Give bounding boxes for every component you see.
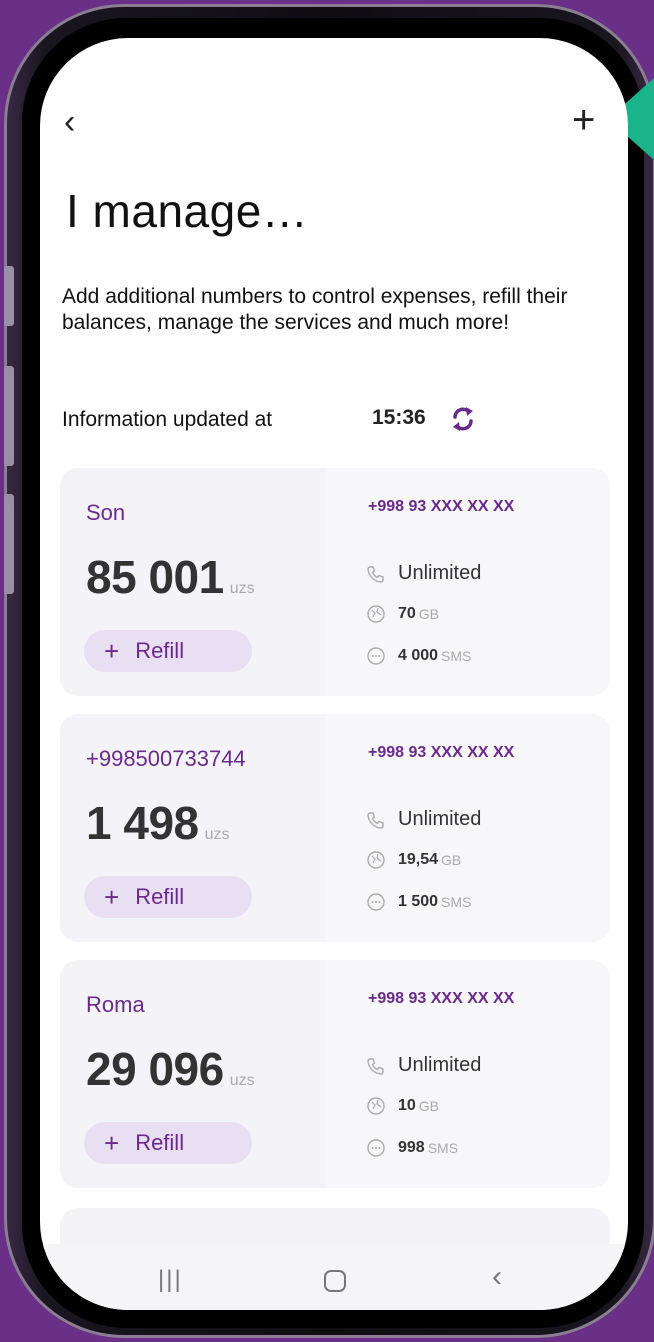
balance-unit: uzs (204, 826, 230, 843)
globe-icon (367, 605, 385, 623)
data-value: 10 (398, 1097, 416, 1114)
system-nav-bar: ||| ‹ (40, 1244, 628, 1310)
side-button (4, 494, 14, 594)
update-time: 15:36 (372, 406, 426, 429)
number-card[interactable]: Roma 29 096 uzs + Refill +998 93 XXX XX … (60, 960, 610, 1188)
card-balance: 29 096 uzs (86, 1042, 255, 1096)
number-card[interactable]: +998500733744 1 498 uzs + Refill +998 93… (60, 714, 610, 942)
number-card[interactable]: Son 85 001 uzs + Refill +998 93 XXX XX X… (60, 468, 610, 696)
data-unit: GB (418, 606, 440, 622)
back-button[interactable]: ‹ (64, 102, 96, 142)
balance-unit: uzs (229, 1072, 255, 1089)
calls-row: Unlimited (366, 1054, 481, 1077)
calls-row: Unlimited (366, 808, 481, 831)
refill-label: Refill (135, 1130, 185, 1155)
sms-unit: SMS (441, 648, 472, 664)
data-value: 19,54 (398, 851, 439, 868)
side-button (4, 266, 14, 326)
plus-icon: + (104, 882, 120, 912)
data-unit: GB (441, 852, 462, 868)
data-row: 70 GB (366, 604, 439, 624)
globe-icon (367, 851, 385, 869)
plus-icon: + (104, 636, 120, 666)
update-row: Information updated at 15:36 (62, 404, 602, 438)
balance-value: 1 498 (86, 797, 199, 849)
chat-bubble-icon (367, 893, 385, 911)
add-number-button[interactable]: + (572, 100, 608, 140)
page-title: I manage… (66, 185, 309, 237)
card-balance: 1 498 uzs (86, 796, 230, 850)
data-unit: GB (418, 1098, 440, 1114)
sms-unit: SMS (427, 1140, 459, 1156)
plus-icon: + (104, 1128, 120, 1158)
phone-icon (367, 1057, 384, 1075)
screen: ‹ + I manage… Add additional numbers to … (40, 38, 628, 1310)
sms-value: 998 (398, 1139, 425, 1156)
data-value: 70 (398, 605, 416, 622)
globe-icon (367, 1097, 385, 1115)
refill-button[interactable]: + Refill (84, 876, 252, 918)
refill-button[interactable]: + Refill (84, 1122, 252, 1164)
nav-back-icon[interactable]: ‹ (492, 1260, 502, 1294)
card-balance: 85 001 uzs (86, 550, 255, 604)
phone-icon (367, 565, 384, 583)
chevron-left-icon: ‹ (64, 103, 76, 141)
sms-value: 1 500 (398, 893, 439, 910)
sms-value: 4 000 (398, 647, 439, 664)
recent-apps-icon[interactable]: ||| (158, 1266, 183, 1294)
card-name: Son (86, 500, 126, 525)
refill-label: Refill (135, 638, 185, 663)
card-name: Roma (86, 992, 145, 1017)
top-bar: ‹ + (40, 38, 628, 188)
balance-value: 29 096 (86, 1043, 224, 1095)
data-row: 19,54 GB (366, 850, 461, 870)
home-icon[interactable] (324, 1270, 346, 1292)
calls-row: Unlimited (366, 562, 481, 585)
data-row: 10 GB (366, 1096, 439, 1116)
refresh-icon[interactable] (448, 404, 478, 434)
card-phone: +998 93 XXX XX XX (368, 990, 515, 1007)
sms-row: 4 000 SMS (366, 646, 471, 666)
update-label: Information updated at (62, 408, 273, 431)
plus-icon: + (572, 98, 596, 142)
refill-label: Refill (135, 884, 185, 909)
side-button (4, 366, 14, 466)
balance-unit: uzs (229, 580, 255, 597)
card-name: +998500733744 (86, 746, 246, 771)
card-phone: +998 93 XXX XX XX (368, 744, 515, 761)
chat-bubble-icon (367, 1139, 385, 1157)
calls-value: Unlimited (398, 562, 482, 584)
card-phone: +998 93 XXX XX XX (368, 498, 515, 515)
calls-value: Unlimited (398, 808, 482, 830)
refill-button[interactable]: + Refill (84, 630, 252, 672)
calls-value: Unlimited (398, 1054, 482, 1076)
chat-bubble-icon (367, 647, 385, 665)
sms-row: 998 SMS (366, 1138, 458, 1158)
balance-value: 85 001 (86, 551, 224, 603)
phone-icon (367, 811, 384, 829)
sms-unit: SMS (441, 894, 472, 910)
sms-row: 1 500 SMS (366, 892, 471, 912)
page-description: Add additional numbers to control expens… (62, 285, 568, 334)
